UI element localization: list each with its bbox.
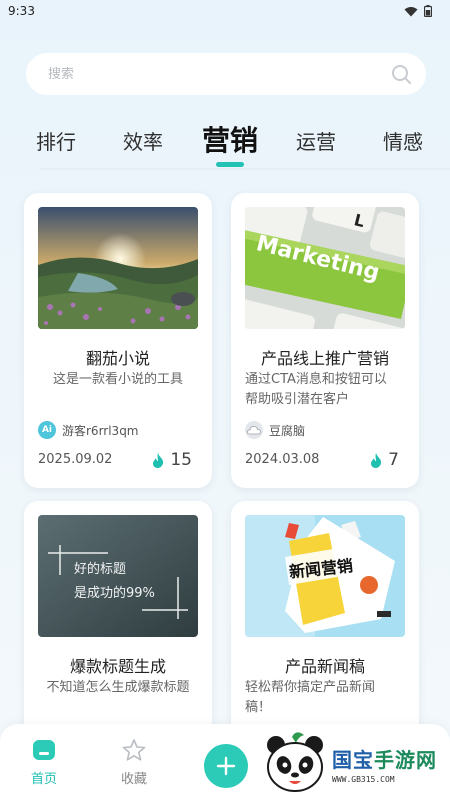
- watermark-title: 国宝手游网: [332, 744, 437, 773]
- card-description: 不知道怎么生成爆款标题: [46, 680, 190, 695]
- tab-marketing[interactable]: 营销: [202, 119, 258, 159]
- tab-efficiency[interactable]: 效率: [123, 126, 163, 155]
- battery-icon: [424, 5, 432, 17]
- panda-logo-icon: [267, 732, 323, 792]
- tab-ranking[interactable]: 排行: [36, 126, 76, 155]
- card-description-line: 通过CTA消息和按钮可以: [245, 372, 387, 387]
- tab-operations[interactable]: 运营: [296, 126, 336, 155]
- popularity-count: 15: [170, 450, 192, 470]
- watermark-url: WWW.GB315.COM: [332, 775, 395, 784]
- card-image-landscape: [38, 207, 198, 329]
- card-date: 2024.03.08: [245, 452, 320, 467]
- chalkboard-line-2: 是成功的99%: [74, 585, 155, 601]
- card-description: 轻松帮你搞定产品新闻 稿！: [245, 678, 415, 718]
- wifi-icon: [404, 6, 418, 16]
- category-tabs: 排行 效率 营销 运营 情感: [0, 112, 450, 170]
- nav-favorites[interactable]: 收藏: [104, 738, 164, 787]
- card-description: 这是一款看小说的工具: [52, 372, 183, 387]
- avatar: [245, 421, 263, 439]
- cloud-avatar-icon: [247, 426, 261, 435]
- flame-icon: [371, 452, 382, 468]
- flame-icon: [153, 452, 164, 468]
- status-bar: 9:33: [0, 0, 450, 22]
- card-author: 豆腐脑: [245, 421, 305, 439]
- tab-emotion[interactable]: 情感: [383, 126, 423, 155]
- tab-divider: [40, 168, 450, 170]
- card-title: 爆款标题生成: [69, 657, 166, 676]
- search-input[interactable]: [48, 66, 390, 82]
- card-popularity: 7: [370, 450, 399, 470]
- card-date: 2025.09.02: [38, 452, 113, 467]
- tool-card[interactable]: 新闻营销 产品新闻稿 轻松帮你搞定产品新闻 稿！: [231, 501, 419, 751]
- author-name: 豆腐脑: [269, 423, 306, 438]
- card-image-chalkboard: 好的标题 是成功的99%: [38, 515, 198, 637]
- card-title: 翻茄小说: [85, 349, 150, 368]
- avatar: Ai: [38, 421, 56, 439]
- plus-icon: [216, 756, 236, 776]
- home-icon: [33, 740, 55, 760]
- status-time: 9:33: [8, 4, 35, 18]
- search-bar[interactable]: [26, 53, 426, 95]
- watermark-title-b: 手游网: [374, 748, 437, 772]
- card-popularity: 15: [152, 450, 192, 470]
- tool-card[interactable]: L Marketing 产品线上推广营销 通过CTA消息和按钮可以 帮助吸引潜在…: [231, 193, 419, 488]
- tool-card[interactable]: 翻茄小说 这是一款看小说的工具 Ai 游客r6rrl3qm 2025.09.02…: [24, 193, 212, 488]
- card-author: Ai 游客r6rrl3qm: [38, 421, 139, 439]
- card-title: 产品线上推广营销: [260, 349, 389, 368]
- card-image-marketing-key: L Marketing: [245, 207, 405, 329]
- card-image-news: 新闻营销: [245, 515, 405, 637]
- add-button[interactable]: [204, 744, 248, 788]
- site-watermark: 国宝手游网 WWW.GB315.COM: [262, 728, 450, 800]
- nav-home[interactable]: 首页: [14, 738, 74, 787]
- card-title: 产品新闻稿: [284, 657, 365, 676]
- card-description-line: 帮助吸引潜在客户: [245, 392, 350, 407]
- tool-card[interactable]: 好的标题 是成功的99% 爆款标题生成 不知道怎么生成爆款标题: [24, 501, 212, 751]
- author-name: 游客r6rrl3qm: [62, 423, 139, 438]
- nav-favorites-label: 收藏: [120, 772, 147, 787]
- watermark-title-a: 国宝: [332, 748, 374, 772]
- card-description-line: 轻松帮你搞定产品新闻: [245, 680, 376, 695]
- popularity-count: 7: [388, 450, 399, 470]
- search-icon[interactable]: [390, 63, 412, 85]
- star-icon: [122, 739, 146, 761]
- card-description-line: 稿！: [245, 700, 272, 715]
- chalkboard-line-1: 好的标题: [74, 561, 126, 577]
- active-tab-indicator: [216, 162, 244, 167]
- nav-home-label: 首页: [30, 772, 57, 787]
- card-description: 通过CTA消息和按钮可以 帮助吸引潜在客户: [245, 370, 415, 410]
